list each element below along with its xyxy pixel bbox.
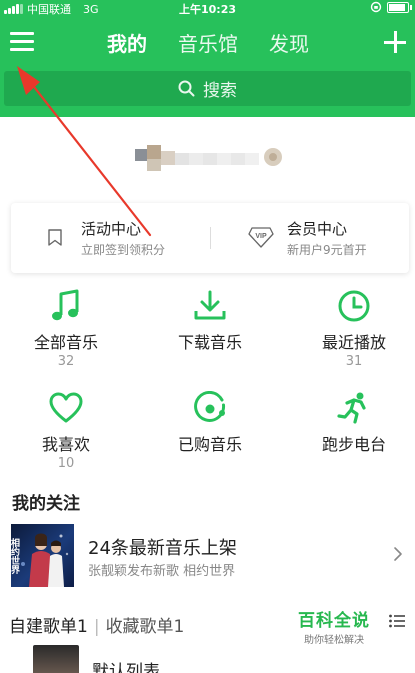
playlist-title: 默认列表 xyxy=(92,662,160,673)
grid-count: 32 xyxy=(57,354,75,369)
grid-purchased[interactable]: 已购音乐 xyxy=(150,391,270,456)
menu-icon[interactable] xyxy=(10,30,34,56)
activity-center-subtitle: 立即签到领积分 xyxy=(81,243,166,257)
vip-center-title: 会员中心 xyxy=(287,220,348,238)
grid-label: 最近播放 xyxy=(321,333,386,352)
follow-item-title: 24条最新音乐上架 xyxy=(88,538,237,559)
playlist-tabs: 自建歌单1 | 收藏歌单1 xyxy=(9,612,184,637)
nav-bar: 我的 音乐馆 发现 xyxy=(0,26,415,62)
vip-center-button[interactable]: VIP 会员中心 新用户9元首开 xyxy=(211,203,409,273)
download-icon xyxy=(194,290,226,320)
grid-label: 已购音乐 xyxy=(177,435,242,454)
grid-label: 跑步电台 xyxy=(321,435,386,454)
activity-center-title: 活动中心 xyxy=(81,220,142,238)
tab-music-hall[interactable]: 音乐馆 xyxy=(178,30,238,58)
list-menu-icon[interactable] xyxy=(389,614,405,628)
status-bar: 中国联通 3G 上午10:23 xyxy=(0,0,415,16)
clock-icon xyxy=(338,290,370,322)
heart-icon xyxy=(49,392,83,423)
grid-favorites[interactable]: 我喜欢 10 xyxy=(6,391,126,471)
chevron-right-icon xyxy=(394,547,402,561)
music-note-icon xyxy=(52,289,79,321)
orientation-lock-icon xyxy=(370,1,382,13)
tab-discover[interactable]: 发现 xyxy=(269,30,309,58)
grid-label: 全部音乐 xyxy=(33,333,98,352)
vip-icon: VIP xyxy=(248,227,274,248)
tab-separator: | xyxy=(93,617,100,637)
grid-count: 10 xyxy=(57,456,75,471)
follow-item-subtitle: 张靓颖发布新歌 相约世界 xyxy=(88,564,236,579)
watermark-sub: 助你轻松解决 xyxy=(304,635,364,646)
grid-all-music[interactable]: 全部音乐 32 xyxy=(6,289,126,369)
follow-section-title: 我的关注 xyxy=(12,494,80,514)
cover-text: 相约世界 xyxy=(11,537,20,575)
purchased-disc-icon xyxy=(194,391,226,422)
status-right xyxy=(370,1,412,13)
search-icon xyxy=(178,80,195,97)
vip-center-subtitle: 新用户9元首开 xyxy=(287,243,367,257)
grid-downloads[interactable]: 下载音乐 xyxy=(150,289,270,354)
vip-badge-text: VIP xyxy=(255,233,267,240)
status-time: 上午10:23 xyxy=(178,3,236,16)
playlist-item[interactable]: 默认列表 xyxy=(0,645,415,673)
tab-mine[interactable]: 我的 xyxy=(107,30,147,58)
grid-recent[interactable]: 最近播放 31 xyxy=(294,289,414,369)
watermark-main: 百科全说 xyxy=(298,611,370,631)
follow-item[interactable]: 相约世界 24条最新音乐上架 张靓颖发布新歌 相约世界 xyxy=(0,524,415,588)
tab-created-playlists[interactable]: 自建歌单1 xyxy=(9,617,88,637)
tab-favorite-playlists[interactable]: 收藏歌单1 xyxy=(106,617,185,637)
grid-count: 31 xyxy=(345,354,363,369)
grid-label: 下载音乐 xyxy=(177,333,242,352)
search-placeholder: 搜索 xyxy=(203,81,237,101)
running-icon xyxy=(337,392,366,424)
watermark-logo: 百科全说 助你轻松解决 xyxy=(298,606,370,646)
top-header: 中国联通 3G 上午10:23 我的 音乐馆 发现 搜索 xyxy=(0,0,415,117)
grid-running-radio[interactable]: 跑步电台 xyxy=(294,391,414,456)
activity-card: 活动中心 立即签到领积分 VIP 会员中心 新用户9元首开 xyxy=(11,203,409,273)
follow-cover-image: 相约世界 xyxy=(11,524,74,587)
avatar[interactable] xyxy=(135,141,285,181)
search-bar[interactable]: 搜索 xyxy=(4,71,411,106)
bookmark-icon xyxy=(48,229,62,246)
activity-center-button[interactable]: 活动中心 立即签到领积分 xyxy=(11,203,210,273)
add-icon[interactable] xyxy=(383,30,407,54)
playlist-cover-image xyxy=(33,645,79,673)
grid-label: 我喜欢 xyxy=(41,435,90,454)
battery-icon xyxy=(387,1,412,13)
